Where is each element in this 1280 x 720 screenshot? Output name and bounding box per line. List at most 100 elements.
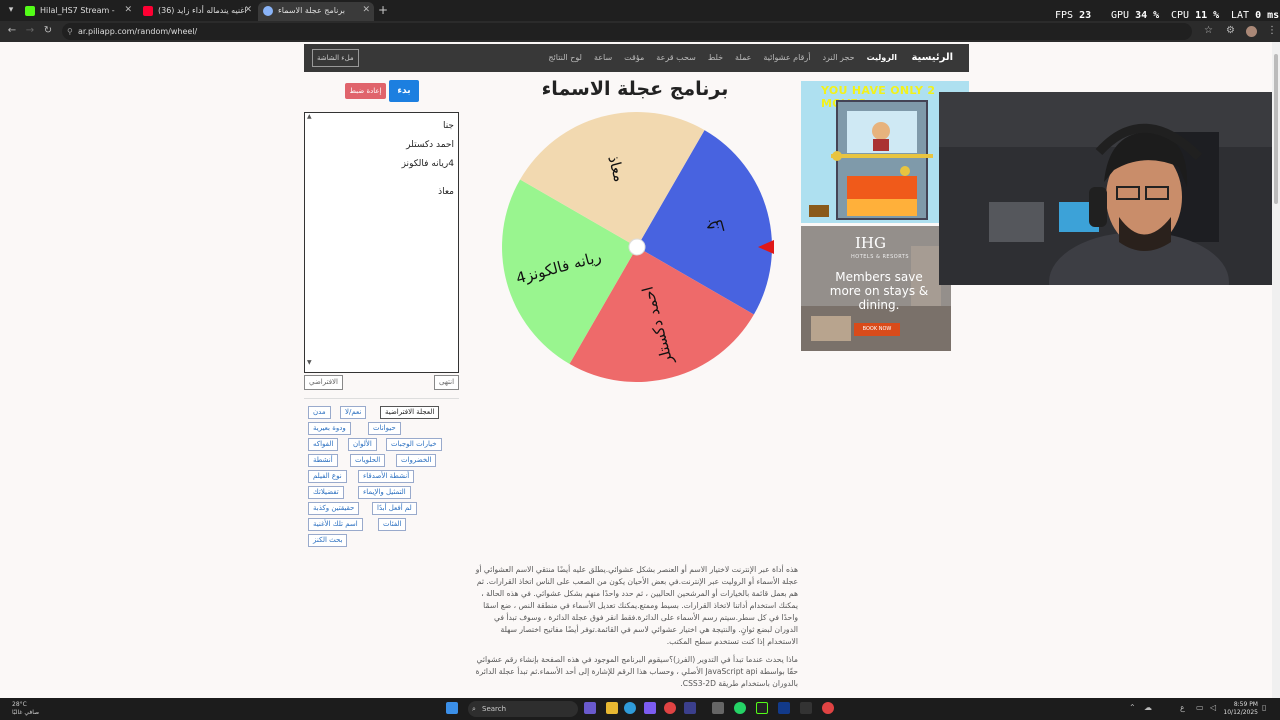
cpu-readout: CPU 11 %	[1171, 10, 1220, 21]
reset-button[interactable]: إعادة ضبط	[345, 83, 386, 99]
nav-link-timer[interactable]: مؤقت	[624, 53, 644, 62]
whatsapp-icon[interactable]	[734, 702, 746, 714]
close-icon[interactable]: ✕	[362, 2, 370, 19]
scroll-up-icon[interactable]: ▲	[307, 113, 312, 120]
category-vegetables[interactable]: الخضروات	[396, 454, 437, 467]
nav-link-coin[interactable]: عملة	[735, 53, 751, 62]
edge-icon[interactable]	[624, 702, 636, 714]
browser-tab-bar: ▾ Hilal_HS7 Stream - Watch Live ✕ (36) ا…	[0, 0, 1280, 32]
url-input[interactable]: ⚲ ar.piliapp.com/random/wheel/	[62, 23, 1192, 40]
back-arrow-icon[interactable]: ←	[6, 25, 18, 36]
chrome-icon[interactable]	[664, 702, 676, 714]
category-animals[interactable]: حيوانات	[368, 422, 401, 435]
windows-taskbar: 28°C صافي غالبًا ⌕ Search ⌃ ☁ ع ▭ ◁ 8:59…	[0, 698, 1280, 720]
browser-menu-icon[interactable]: ⋮	[1267, 25, 1277, 36]
volume-icon[interactable]: ◁	[1210, 703, 1216, 712]
kick-favicon-icon	[25, 6, 35, 16]
address-bar-row: ← → ↻ ⚲ ar.piliapp.com/random/wheel/ ☆ ⚙…	[0, 21, 1280, 42]
name-wheel[interactable]: جنااحمد دكستلر4ريانه فالكونزمعاذ	[500, 110, 775, 385]
category-name-that-song[interactable]: اسم تلك الأغنية	[308, 518, 363, 531]
fps-readout: FPS 23	[1055, 10, 1092, 21]
scroll-down-icon[interactable]: ▼	[307, 359, 312, 366]
taskbar-clock[interactable]: 8:59 PM 10/12/2025	[1223, 701, 1258, 717]
nav-link-roulette[interactable]: الروليت	[867, 53, 897, 62]
web-page: الرئيسية الروليت حجر النرد أرقام عشوائية…	[0, 42, 1280, 698]
new-tab-button[interactable]: +	[378, 3, 388, 17]
default-button[interactable]: الافتراضي	[304, 375, 343, 390]
nav-link-scoreboard[interactable]: لوح النتائج	[548, 53, 582, 62]
media-player-icon[interactable]	[800, 702, 812, 714]
file-explorer-icon[interactable]	[606, 702, 618, 714]
close-icon[interactable]: ✕	[124, 2, 132, 19]
done-button[interactable]: انتهى	[434, 375, 460, 390]
category-preferences[interactable]: تفضيلاتك	[308, 486, 344, 499]
category-treasure-hunt[interactable]: بحث الكنز	[308, 534, 348, 547]
name-line: معاذ	[438, 187, 454, 197]
category-colors[interactable]: الألوان	[348, 438, 377, 451]
name-line	[309, 174, 454, 183]
category-two-truths[interactable]: حقيقتين وكذبة	[308, 502, 360, 515]
task-view-icon[interactable]	[584, 702, 596, 714]
nav-link-shuffle[interactable]: خلط	[708, 53, 723, 62]
nav-link-random-numbers[interactable]: أرقام عشوائية	[763, 53, 810, 62]
tab-name-wheel[interactable]: برنامج عجلة الاسماء ✕	[258, 2, 374, 21]
app-icon[interactable]	[684, 702, 696, 714]
reload-icon[interactable]: ↻	[42, 25, 54, 36]
bookmark-star-icon[interactable]: ☆	[1204, 25, 1213, 36]
tab-search-icon[interactable]: ▾	[4, 3, 18, 17]
weather-temp: 28°C	[12, 701, 27, 708]
category-misc[interactable]: ودوة بعيرية	[308, 422, 351, 435]
category-default-wheel[interactable]: العجلة الافتراضية	[380, 406, 440, 419]
ihg-subtitle: HOTELS & RESORTS	[851, 254, 910, 260]
tray-chevron-icon[interactable]: ⌃	[1129, 703, 1136, 712]
nav-link-clock[interactable]: ساعة	[594, 53, 612, 62]
nav-home-link[interactable]: الرئيسية	[911, 52, 953, 63]
notifications-icon[interactable]: ▯	[1262, 703, 1266, 712]
app-icon[interactable]	[712, 702, 724, 714]
extensions-icon[interactable]: ⚙	[1226, 25, 1235, 36]
app-icon[interactable]	[778, 702, 790, 714]
category-movie-genre[interactable]: نوع الفيلم	[308, 470, 347, 483]
scrollbar-thumb[interactable]	[1274, 54, 1278, 204]
forward-arrow-icon[interactable]: →	[24, 25, 36, 36]
category-friend-activities[interactable]: أنشطة الأصدقاء	[358, 470, 415, 483]
app-icon[interactable]	[644, 702, 656, 714]
close-icon[interactable]: ✕	[244, 2, 252, 19]
site-info-icon[interactable]: ⚲	[67, 23, 73, 40]
category-activities[interactable]: أنشطة	[308, 454, 338, 467]
start-windows-icon[interactable]	[446, 702, 458, 714]
tab-kick-stream[interactable]: Hilal_HS7 Stream - Watch Live ✕	[20, 2, 136, 32]
page-scrollbar[interactable]	[1272, 42, 1280, 698]
search-placeholder: Search	[482, 705, 507, 713]
url-text: ar.piliapp.com/random/wheel/	[78, 27, 198, 36]
nav-link-dice[interactable]: حجر النرد	[822, 53, 854, 62]
start-button[interactable]: بدء	[389, 80, 419, 102]
fullscreen-button[interactable]: ملء الشاشة	[312, 49, 359, 67]
name-line: احمد دكستلر	[406, 140, 454, 150]
taskbar-search[interactable]: ⌕ Search	[468, 701, 578, 717]
hotel-advertisement[interactable]: IHG HOTELS & RESORTS Members save more o…	[801, 226, 951, 351]
name-line: جنا	[442, 121, 454, 131]
app-icon[interactable]	[756, 702, 768, 714]
network-icon[interactable]: ▭	[1196, 703, 1204, 712]
tab-youtube[interactable]: (36) اغنيه يندماله أداء زايد الصالح ✕	[138, 2, 256, 32]
description-paragraph: هذه أداة عبر الإنترنت لاختيار الاسم أو ا…	[475, 565, 798, 646]
profile-avatar[interactable]	[1246, 26, 1257, 37]
clock-date: 10/12/2025	[1223, 709, 1258, 716]
onedrive-icon[interactable]: ☁	[1144, 703, 1152, 712]
category-yes-no[interactable]: نعم/لا	[340, 406, 367, 419]
category-meals[interactable]: خيارات الوجبات	[386, 438, 442, 451]
names-textarea[interactable]: ▲ جنا احمد دكستلر 4ريانه فالكونز معاذ ▼	[304, 112, 459, 373]
language-indicator[interactable]: ع	[1180, 703, 1185, 712]
category-cities[interactable]: مدن	[308, 406, 331, 419]
weather-text: صافي غالبًا	[12, 709, 40, 716]
category-categories[interactable]: الفئات	[378, 518, 407, 531]
weather-widget[interactable]: 28°C صافي غالبًا	[12, 701, 39, 717]
category-fruits[interactable]: الفواكه	[308, 438, 339, 451]
chrome-icon[interactable]	[822, 702, 834, 714]
book-now-button[interactable]: BOOK NOW	[854, 323, 900, 336]
category-never-have-i-ever[interactable]: لم أفعل أبدًا	[372, 502, 417, 515]
nav-link-draw[interactable]: سحب قرعة	[656, 53, 696, 62]
category-sweets[interactable]: الحلويات	[350, 454, 386, 467]
category-charades[interactable]: التمثيل والإيماء	[358, 486, 411, 499]
